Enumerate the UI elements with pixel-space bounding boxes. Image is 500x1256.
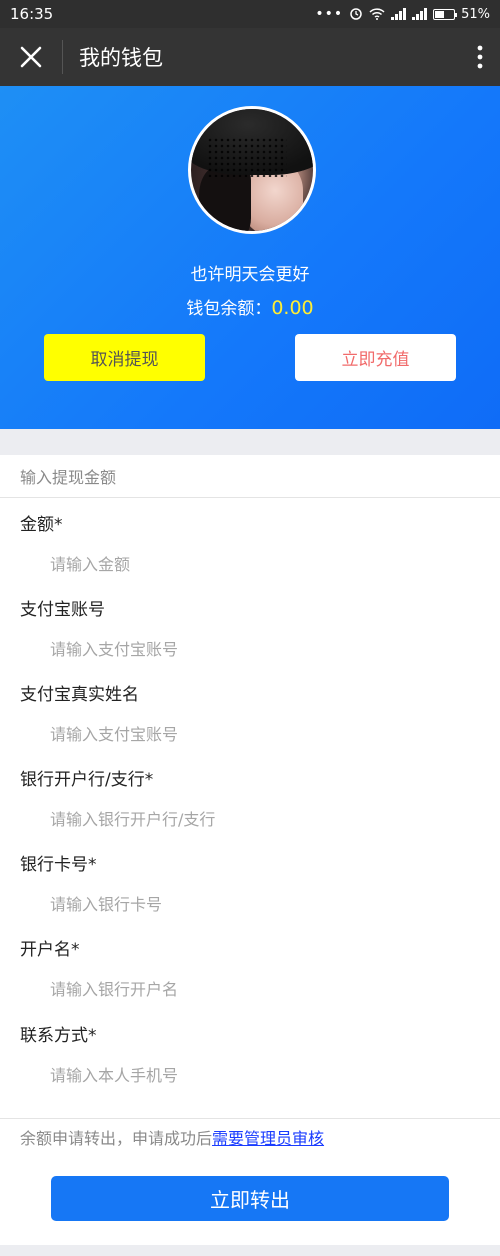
contact-input[interactable] (50, 1060, 470, 1090)
status-time: 16:35 (10, 5, 54, 23)
contact-label: 联系方式* (20, 1026, 97, 1046)
notice-prefix: 余额申请转出，申请成功后 (20, 1129, 213, 1148)
alipay-account-input[interactable] (50, 634, 470, 664)
section-gap (0, 429, 500, 455)
transfer-out-button[interactable]: 立即转出 (51, 1176, 449, 1221)
more-dots-icon: ••• (315, 6, 344, 22)
status-icons: ••• 51% (315, 6, 490, 22)
avatar-veil (207, 137, 287, 177)
more-button[interactable] (460, 28, 500, 86)
section-title: 输入提现金额 (0, 455, 500, 498)
balance-label: 钱包余额： (186, 299, 272, 319)
signal-icon (391, 8, 407, 20)
account-holder-label: 开户名* (20, 940, 80, 960)
app-bar: 我的钱包 (0, 28, 500, 86)
alipay-name-input[interactable] (50, 719, 470, 749)
admin-review-link[interactable]: 需要管理员审核 (212, 1129, 324, 1148)
cancel-withdraw-button[interactable]: 取消提现 (44, 334, 205, 381)
wifi-icon (369, 8, 385, 20)
alarm-icon (350, 8, 362, 20)
battery-fill (435, 10, 445, 18)
user-name: 也许明天会更好 (190, 265, 310, 285)
bottom-gap (0, 1245, 500, 1256)
bank-branch-input[interactable] (50, 804, 470, 834)
status-bar: 16:35 ••• 51% (0, 0, 500, 28)
close-button[interactable] (0, 28, 62, 86)
balance-value: 0.00 (271, 297, 314, 319)
wallet-balance: 钱包余额：0.00 (0, 294, 500, 319)
account-holder-input[interactable] (50, 974, 470, 1004)
close-icon (20, 46, 42, 68)
app-bar-divider (62, 40, 63, 74)
bank-branch-label: 银行开户行/支行* (20, 770, 154, 790)
amount-input[interactable] (50, 549, 470, 579)
more-vertical-icon (477, 45, 483, 69)
amount-label: 金额* (20, 515, 63, 535)
recharge-button[interactable]: 立即充值 (295, 334, 456, 381)
bank-card-input[interactable] (50, 889, 470, 919)
alipay-name-label: 支付宝真实姓名 (20, 685, 139, 705)
alipay-account-label: 支付宝账号 (20, 600, 105, 620)
bank-card-label: 银行卡号* (20, 855, 97, 875)
signal-icon (412, 8, 428, 20)
battery-percent: 51% (461, 6, 490, 22)
wallet-header: 也许明天会更好 钱包余额：0.00 取消提现 立即充值 (0, 86, 500, 429)
notice-divider (0, 1118, 500, 1119)
page-title: 我的钱包 (79, 46, 163, 70)
notice-text: 余额申请转出，申请成功后需要管理员审核 (20, 1125, 324, 1149)
battery-icon (433, 8, 458, 20)
avatar (188, 106, 316, 234)
withdraw-form: 输入提现金额 金额* 支付宝账号 支付宝真实姓名 银行开户行/支行* 银行卡号*… (0, 455, 500, 1245)
